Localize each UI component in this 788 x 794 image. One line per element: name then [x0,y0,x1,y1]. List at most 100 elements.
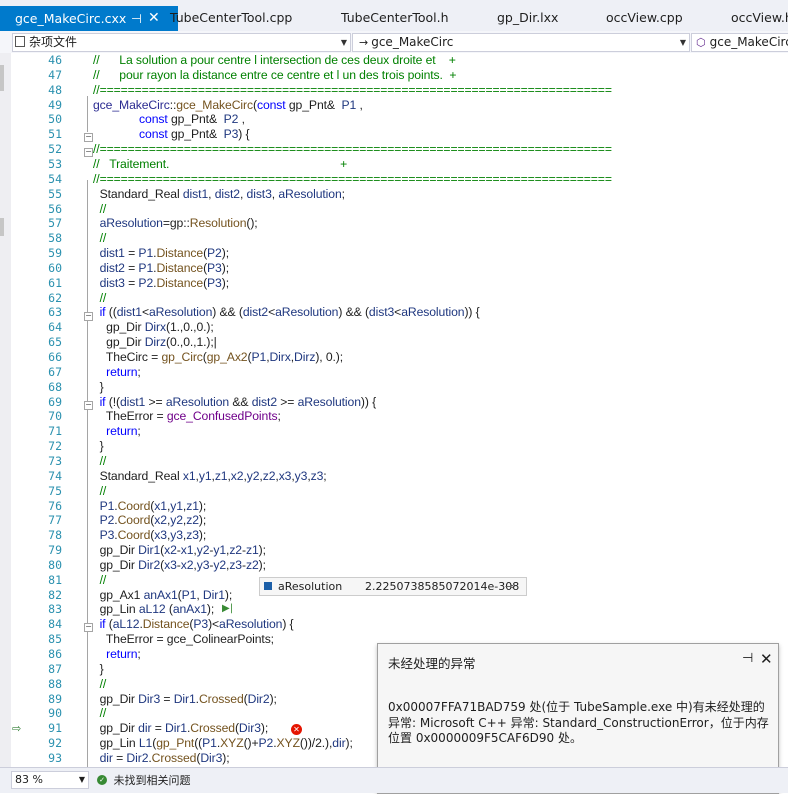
code-token: Dir2 [126,750,149,765]
code-token: =gp:: [162,216,190,231]
no-issues-indicator[interactable]: ✓ 未找到相关问题 [97,772,191,788]
code-line[interactable]: gce_MakeCirc::gce_MakeCirc(const gp_Pnt&… [93,98,363,112]
tab-tubecentertool-cpp[interactable]: TubeCenterTool.cpp [170,7,292,29]
code-line[interactable]: // Traitement. + [93,157,347,171]
code-line[interactable]: return; [93,365,141,379]
code-token: Coord [117,528,151,543]
code-token: y3 [170,528,183,543]
code-line[interactable]: gp_Lin L1(gp_Pnt((P1.XYZ()+P2.XYZ())/2.)… [93,736,353,750]
code-line[interactable]: gp_Lin aL12 (anAx1); [93,602,215,617]
code-line[interactable]: P1.Coord(x1,y1,z1); [93,498,207,513]
collapse-icon[interactable]: − [84,623,93,632]
code-line[interactable]: dist2 = P1.Distance(P3); [93,261,230,275]
code-line[interactable]: Standard_Real dist1, dist2, dist3, aReso… [93,187,345,201]
line-number: 86 [48,647,62,661]
datatip-value: 2.2250738585072014e-308 [365,580,520,593]
pin-icon[interactable]: ⊣ [131,6,142,31]
pin-icon[interactable]: ⊣ [742,651,753,666]
code-token: // [93,572,107,587]
project-dropdown[interactable]: 杂项文件 ▼ [12,33,351,52]
code-line[interactable]: // [93,454,107,468]
code-line[interactable]: gp_Dir dir = Dir1.Crossed(Dir3); [93,721,269,736]
code-line[interactable]: TheError = gce_ConfusedPoints; [93,409,281,423]
code-line[interactable]: return; [93,647,141,661]
code-token: aL12 [138,602,166,617]
code-line[interactable]: gp_Dir Dir3 = Dir1.Crossed(Dir2); [93,692,277,706]
line-number: 63 [48,305,62,320]
collapse-icon[interactable]: − [84,401,93,410]
code-line[interactable]: // pour rayon la distance entre ce centr… [93,68,457,82]
code-line[interactable]: // [93,291,107,305]
code-token: Dir1 [138,543,161,558]
code-line[interactable]: // [93,484,107,498]
line-number: 82 [48,587,62,602]
code-token: Dir1 [202,587,225,602]
code-token: gp_Dir [93,721,139,736]
tab-occview-h[interactable]: occView.h [731,7,788,29]
tab-occview-cpp[interactable]: occView.cpp [606,7,683,29]
code-line[interactable]: } [93,439,104,453]
zoom-dropdown[interactable]: 83 % ▼ [11,771,89,789]
code-token: Dir1 [173,691,196,706]
code-line[interactable]: gp_Dir Dir2(x3-x2,y3-y2,z3-z2); [93,558,266,572]
code-line[interactable]: TheCirc = gp_Circ(gp_Ax2(P1,Dirx,Dirz), … [93,350,343,364]
zoom-value: 83 % [15,773,43,786]
line-number: 64 [48,320,62,335]
code-line[interactable]: dir = Dir2.Crossed(Dir3); [93,751,230,765]
code-line[interactable]: //======================================… [93,172,612,186]
code-token: y3 [294,468,308,483]
code-line[interactable]: TheError = gce_ColinearPoints; [93,632,274,646]
tab-tubecentertool-h[interactable]: TubeCenterTool.h [341,7,449,29]
code-line[interactable]: // [93,202,107,216]
code-line[interactable]: aResolution=gp::Resolution(); [93,216,258,230]
code-line[interactable]: const gp_Pnt& P2 , [93,112,245,126]
code-line[interactable]: P3.Coord(x3,y3,z3); [93,528,207,543]
scope-dropdown[interactable]: → gce_MakeCirc ▼ [352,33,690,52]
tab-gp-dir-lxx[interactable]: gp_Dir.lxx [497,7,558,29]
code-token: // [93,706,107,721]
code-line[interactable]: //======================================… [93,83,612,97]
code-line[interactable]: dist3 = P2.Distance(P3); [93,276,230,290]
collapse-icon[interactable]: − [84,133,93,142]
line-number: 90 [48,706,62,721]
indicator-margin[interactable] [0,53,11,767]
datatip[interactable]: aResolution 2.2250738585072014e-308 ⊸ [259,577,527,596]
pin-icon[interactable]: ⊸ [505,578,514,595]
code-line[interactable]: const gp_Pnt& P3) { [93,127,250,141]
code-token: z3 [229,557,242,572]
code-line[interactable]: //======================================… [93,142,612,156]
code-line[interactable]: if (aL12.Distance(P3)<aResolution) { [93,617,294,631]
code-token: z3 [310,468,324,483]
code-token: aResolution [165,394,230,409]
line-number: 89 [48,691,62,706]
code-line[interactable]: // [93,706,107,721]
code-line[interactable]: Standard_Real x1,y1,z1,x2,y2,z2,x3,y3,z3… [93,469,327,483]
code-token: gp_Dir [93,335,145,350]
code-line[interactable]: gp_Dir Dirz(0.,0.,1.);| [93,335,217,349]
code-line[interactable]: dist1 = P1.Distance(P2); [93,246,230,260]
code-line[interactable]: // [93,677,107,691]
collapse-icon[interactable]: − [84,148,93,157]
code-line[interactable]: P2.Coord(x2,y2,z2); [93,513,207,527]
code-line[interactable]: // [93,572,107,587]
close-icon[interactable]: ✕ [148,6,160,31]
code-line[interactable]: } [93,380,104,394]
line-number: 61 [48,275,62,290]
run-to-click-icon[interactable]: ▶| [222,603,233,614]
tab-gce-makecirc-cxx[interactable]: gce_MakeCirc.cxx ⊣ ✕ [0,6,178,31]
collapse-icon[interactable]: − [84,312,93,321]
code-line[interactable]: } [93,662,104,676]
code-line[interactable]: // La solution a pour centre l intersect… [93,53,456,67]
code-token: y1 [170,498,183,513]
code-line[interactable]: // [93,231,107,245]
code-line[interactable]: gp_Ax1 anAx1(P1, Dir1); [93,587,233,602]
code-line[interactable]: if ((dist1<aResolution) && (dist2<aResol… [93,305,480,319]
code-line[interactable]: return; [93,424,141,438]
code-line[interactable]: gp_Dir Dir1(x2-x1,y2-y1,z2-z1); [93,543,266,557]
member-dropdown[interactable]: ⬡ gce_MakeCirc [691,33,788,52]
code-line[interactable]: gp_Dir Dirx(1.,0.,0.); [93,320,214,334]
close-icon[interactable]: ✕ [760,650,773,668]
code-line[interactable]: if (!(dist1 >= aResolution && dist2 >= a… [93,394,377,409]
line-number: 72 [48,439,62,454]
